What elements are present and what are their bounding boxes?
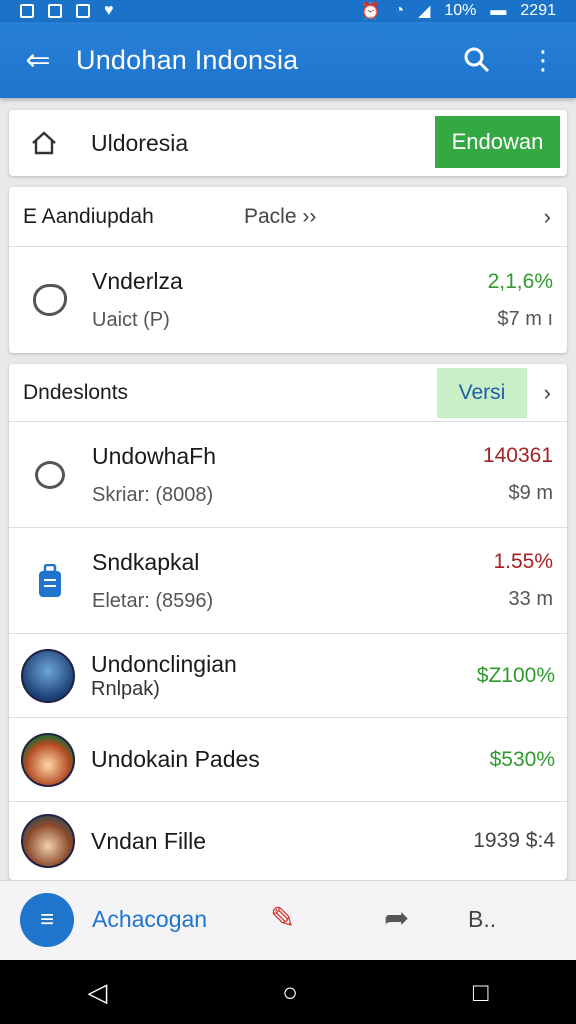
section-header[interactable]: E Aandiupdah Pacle ›› › — [9, 187, 567, 247]
nav-label[interactable]: Achacogan — [92, 906, 207, 933]
bottom-nav: ≡ Achacogan ✎ ➦ B.. — [0, 880, 576, 960]
item-title: Undonclingian — [91, 650, 237, 677]
section-title: Dndeslonts — [23, 380, 129, 404]
item-title: Undokain Pades — [91, 746, 260, 772]
list-item[interactable]: Undokain Pades $530% — [9, 718, 567, 802]
image-icon — [48, 4, 62, 18]
chevron-right-icon: › — [543, 379, 551, 405]
item-subtitle: Skriar: (8008) — [92, 483, 214, 506]
heart-icon: ♥ — [104, 2, 114, 19]
list-item[interactable]: Undonclingian Rnlpak) $Z100% — [9, 634, 567, 718]
recents-square-icon[interactable]: □ — [473, 977, 489, 1008]
check-icon — [76, 4, 90, 18]
section-card-1: E Aandiupdah Pacle ›› › Vnderlza Uaict (… — [9, 187, 567, 353]
item-title: Vndan Fille — [91, 827, 207, 854]
section-header[interactable]: Dndeslonts Versi › — [9, 364, 567, 422]
item-secondary-value: $7 m ı — [497, 307, 553, 330]
item-secondary-value: $9 m — [508, 482, 553, 504]
battery-level: 10% — [444, 2, 477, 19]
item-value: 140361 — [482, 444, 553, 467]
book-thumbnail — [21, 648, 75, 703]
item-title: UndowhaFh — [92, 442, 217, 469]
chevron-right-icon: › — [543, 203, 551, 229]
share-icon[interactable]: ➦ — [384, 901, 409, 936]
house-thumbnail — [21, 732, 75, 787]
app-bar: ⇐ Undohan Indonsia ⋮ — [0, 22, 576, 98]
search-icon[interactable] — [444, 46, 510, 74]
list-item[interactable]: Vnderlza Uaict (P) 2,1,6% $7 m ı — [9, 247, 567, 353]
edit-icon[interactable]: ✎ — [270, 901, 295, 936]
house-thumbnail — [21, 814, 75, 868]
nav-right-item[interactable]: B.. — [468, 906, 496, 933]
list-item[interactable]: Sndkapkal Eletar: (8596) 1.55% 33 m — [9, 528, 567, 634]
item-subtitle: Eletar: (8596) — [92, 589, 214, 612]
section-subtitle: Pacle ›› — [244, 204, 317, 228]
back-triangle-icon[interactable]: ◁ — [87, 977, 107, 1008]
home-icon — [32, 131, 56, 155]
alarm-icon: ⏰ — [360, 3, 381, 20]
item-title: Vnderlza — [92, 268, 183, 294]
list-item[interactable]: Vndan Fille 1939 $:4 — [9, 802, 567, 880]
item-subtitle: Uaict (P) — [92, 309, 170, 331]
item-value: $530% — [489, 747, 555, 771]
list-item[interactable]: UndowhaFh Skriar: (8008) 140361 $9 m — [9, 422, 567, 528]
notification-icon — [20, 4, 34, 18]
more-menu-icon[interactable]: ⋮ — [510, 45, 576, 76]
status-bar: ♥ ⏰ ◔ ◢ 10% ▬ 2291 — [0, 0, 576, 22]
item-title: Sndkapkal — [92, 548, 200, 575]
wifi-icon: ◔ — [394, 2, 405, 19]
home-circle-icon[interactable]: ○ — [282, 977, 298, 1008]
section-title: E Aandiupdah — [23, 204, 154, 228]
system-nav-bar: ◁ ○ □ — [0, 960, 576, 1024]
signal-icon: ◢ — [418, 3, 431, 20]
luggage-icon — [39, 563, 61, 597]
item-value: 1939 $:4 — [473, 829, 555, 852]
item-secondary-value: 33 m — [508, 588, 553, 610]
page-title: Undohan Indonsia — [76, 44, 299, 75]
chat-bubble-icon — [33, 284, 67, 316]
top-card-label: Uldoresia — [91, 129, 189, 156]
battery-icon: ▬ — [490, 2, 507, 19]
item-value: $Z100% — [476, 663, 555, 687]
back-arrow-icon[interactable]: ⇐ — [0, 43, 76, 78]
item-value: 2,1,6% — [487, 269, 553, 293]
menu-icon[interactable]: ≡ — [20, 893, 74, 947]
top-card: Uldoresia Endowan — [9, 110, 567, 176]
item-subtitle: Rnlpak) — [91, 677, 160, 700]
chat-bubble-icon — [35, 460, 65, 489]
clock: 2291 — [520, 2, 556, 19]
tab-versi[interactable]: Versi — [437, 368, 527, 418]
section-card-2: Dndeslonts Versi › UndowhaFh Skriar: (80… — [9, 364, 567, 880]
endowan-button[interactable]: Endowan — [435, 116, 560, 168]
item-value: 1.55% — [493, 550, 553, 573]
